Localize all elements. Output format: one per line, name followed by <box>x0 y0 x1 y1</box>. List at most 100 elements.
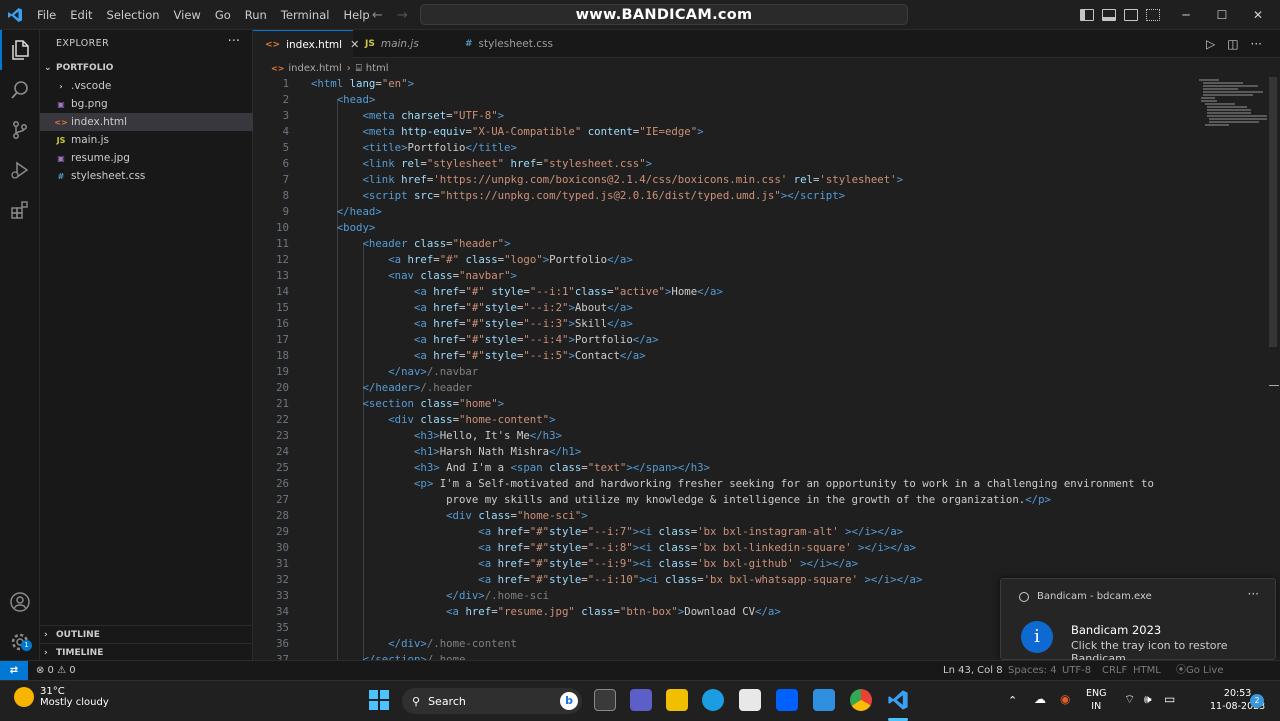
toggle-secondary-sidebar-icon[interactable] <box>1124 9 1138 21</box>
command-center[interactable]: www.BANDICAM.com <box>420 4 908 25</box>
explorer-more-icon[interactable]: ··· <box>228 34 240 49</box>
project-folder-header[interactable]: ⌄ PORTFOLIO <box>40 59 253 77</box>
tree-item-stylesheet-css[interactable]: # stylesheet.css <box>40 167 253 185</box>
tree-item-main-js[interactable]: JS main.js <box>40 131 253 149</box>
code-line: <html lang="en"> <box>311 77 414 90</box>
show-hidden-icons-icon[interactable]: ⌃ <box>1008 694 1017 707</box>
task-view-icon[interactable] <box>594 689 616 711</box>
breadcrumb-symbol[interactable]: html <box>366 63 389 74</box>
minimap[interactable] <box>1195 77 1275 137</box>
outline-section[interactable]: › OUTLINE <box>40 625 253 643</box>
weather-widget[interactable]: 31°C Mostly cloudy <box>14 686 109 708</box>
timeline-section[interactable]: › TIMELINE <box>40 643 253 661</box>
tree-item-index-html[interactable]: <> index.html <box>40 113 253 131</box>
bandicam-tray-icon[interactable]: ◉ <box>1060 693 1070 706</box>
settings-gear-icon[interactable]: 1 <box>0 622 40 662</box>
menu-terminal[interactable]: Terminal <box>274 0 337 30</box>
language-mode[interactable]: HTML <box>1133 661 1161 681</box>
file-explorer-icon[interactable] <box>666 689 688 711</box>
outline-label: OUTLINE <box>56 629 100 640</box>
vscode-window: File Edit Selection View Go Run Terminal… <box>0 0 1280 681</box>
toggle-panel-icon[interactable] <box>1102 9 1116 21</box>
cursor-position[interactable]: Ln 43, Col 8 <box>943 661 1003 681</box>
close-window-icon[interactable]: ✕ <box>1240 0 1276 30</box>
line-number: 24 <box>276 445 289 458</box>
code-line: </section>/.home <box>362 653 466 660</box>
problems-indicator[interactable]: ⊗ 0 ⚠ 0 <box>36 665 76 676</box>
toggle-primary-sidebar-icon[interactable] <box>1080 9 1094 21</box>
line-number: 3 <box>282 109 289 122</box>
accounts-icon[interactable] <box>0 582 40 622</box>
source-control-icon[interactable] <box>0 110 40 150</box>
vscode-taskbar-icon[interactable] <box>887 689 909 711</box>
forward-arrow-icon[interactable]: → <box>397 8 408 23</box>
extensions-icon[interactable] <box>0 190 40 230</box>
dropbox-icon[interactable] <box>776 689 798 711</box>
microsoft-store-icon[interactable] <box>739 689 761 711</box>
line-number: 12 <box>276 253 289 266</box>
menu-edit[interactable]: Edit <box>63 0 99 30</box>
code-line: <meta charset="UTF-8"> <box>362 109 505 122</box>
chrome-icon[interactable] <box>850 689 872 711</box>
html-file-icon: <> <box>265 39 281 50</box>
more-actions-icon[interactable]: ··· <box>1251 37 1262 51</box>
windows-start-icon[interactable] <box>368 689 390 711</box>
teams-chat-icon[interactable] <box>630 689 652 711</box>
tree-item-resume-jpg[interactable]: ▣ resume.jpg <box>40 149 253 167</box>
code-line: <link rel="stylesheet" href="stylesheet.… <box>362 157 653 170</box>
region-code: IN <box>1091 701 1102 712</box>
code-line: <a href="#"style="--i:8"><i class='bx bx… <box>478 541 916 554</box>
customize-layout-icon[interactable] <box>1146 9 1160 21</box>
notification-more-icon[interactable]: ··· <box>1248 587 1259 601</box>
breadcrumb-file[interactable]: index.html <box>288 63 341 74</box>
menu-file[interactable]: File <box>30 0 63 30</box>
edge-browser-icon[interactable] <box>702 689 724 711</box>
go-live-icon[interactable]: ⦿ <box>1176 661 1186 681</box>
code-line: prove my skills and utilize my knowledge… <box>311 493 1051 506</box>
symbol-icon: ⌸ <box>355 62 362 74</box>
tree-item-bg-png[interactable]: ▣ bg.png <box>40 95 253 113</box>
code-line: <head> <box>336 93 376 106</box>
menu-run[interactable]: Run <box>238 0 274 30</box>
minimize-icon[interactable]: ─ <box>1168 0 1204 30</box>
run-debug-icon[interactable] <box>0 150 40 190</box>
code-editor[interactable]: 1 <html lang="en"> 2 <head> 3 <meta chars… <box>253 77 1280 660</box>
line-number: 20 <box>276 381 289 394</box>
vscode-logo-icon[interactable] <box>0 0 30 30</box>
code-line: <p> I'm a Self-motivated and hardworking… <box>413 477 1154 490</box>
back-arrow-icon[interactable]: ← <box>372 8 383 23</box>
tab-index-html[interactable]: <> index.html ✕ <box>253 30 359 58</box>
run-icon[interactable]: ▷ <box>1206 37 1215 51</box>
split-editor-icon[interactable]: ◫ <box>1227 37 1238 51</box>
encoding[interactable]: UTF-8 <box>1062 661 1091 681</box>
code-line: <meta http-equiv="X-UA-Compatible" conte… <box>362 125 704 138</box>
taskbar-search[interactable]: ⚲ Search b <box>402 688 582 714</box>
activity-bar: 1 <box>0 30 40 660</box>
volume-icon[interactable]: 🕪 <box>1144 693 1152 706</box>
line-number: 9 <box>282 205 289 218</box>
menu-view[interactable]: View <box>167 0 208 30</box>
line-ending[interactable]: CRLF <box>1102 661 1127 681</box>
language-indicator[interactable]: ENG IN <box>1086 687 1106 713</box>
vertical-scrollbar[interactable] <box>1269 77 1277 347</box>
code-line: <link href='https://unpkg.com/boxicons@2… <box>362 173 904 186</box>
remote-indicator-icon[interactable]: ⇄ <box>0 660 28 681</box>
menu-help[interactable]: Help <box>336 0 376 30</box>
bandicam-notification[interactable]: Bandicam - bdcam.exe ··· i Bandicam 2023… <box>1000 578 1276 665</box>
notification-count-badge[interactable]: 2 <box>1250 694 1264 708</box>
explorer-icon[interactable] <box>0 30 40 70</box>
tab-main-js[interactable]: JS main.js <box>353 30 453 58</box>
battery-icon[interactable]: ▭ <box>1164 693 1175 706</box>
indentation[interactable]: Spaces: 4 <box>1008 661 1057 681</box>
search-icon[interactable] <box>0 70 40 110</box>
wifi-icon[interactable]: ⌔ <box>1124 693 1135 706</box>
maximize-icon[interactable]: ☐ <box>1204 0 1240 30</box>
tree-item-vscode[interactable]: › .vscode <box>40 77 253 95</box>
onedrive-cloud-icon[interactable]: ☁ <box>1034 693 1046 706</box>
menu-go[interactable]: Go <box>208 0 238 30</box>
mysql-workbench-icon[interactable] <box>813 689 835 711</box>
go-live-button[interactable]: Go Live <box>1186 661 1223 681</box>
menu-selection[interactable]: Selection <box>100 0 167 30</box>
scrollbar-cursor-marker <box>1269 385 1279 386</box>
tab-stylesheet-css[interactable]: # stylesheet.css <box>453 30 558 58</box>
